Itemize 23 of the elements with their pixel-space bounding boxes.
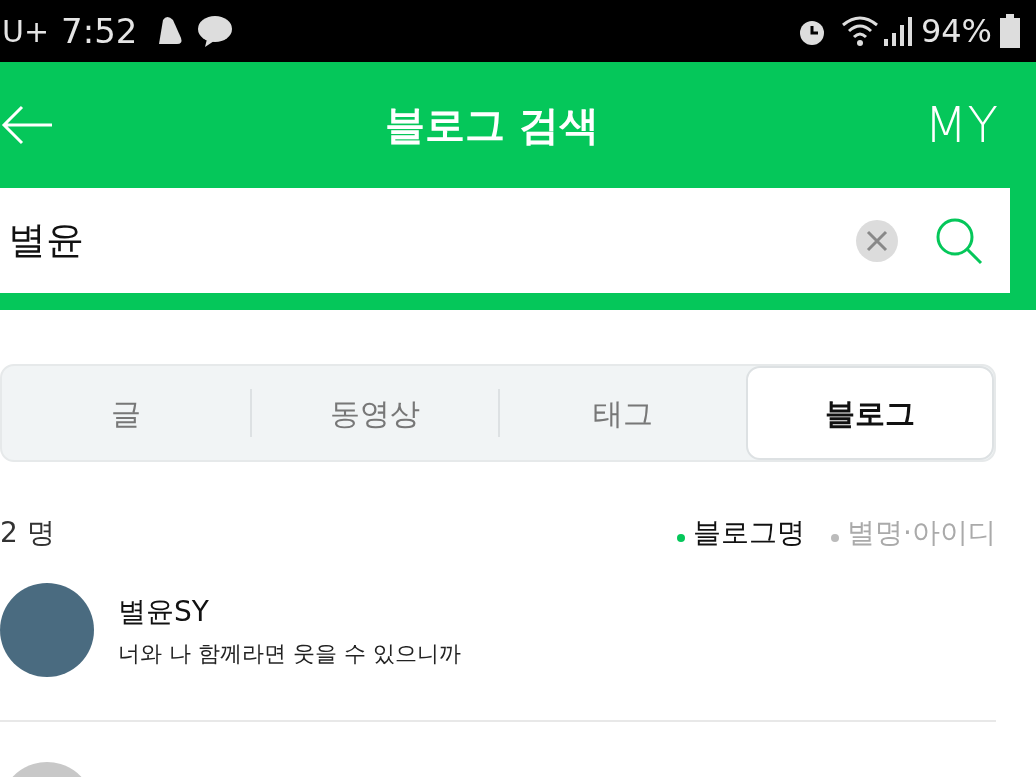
my-button[interactable]: MY — [924, 87, 998, 163]
battery-percent: 94% — [920, 11, 992, 52]
tab[interactable]: 태그 — [500, 366, 746, 460]
blog-description: 너와 나 함께라면 웃을 수 있으니까 — [118, 639, 461, 668]
back-arrow-icon — [0, 105, 54, 145]
search-field[interactable]: 별윤 — [0, 188, 1010, 293]
battery-icon — [1000, 14, 1020, 48]
blog-name[interactable]: 별윤SY — [118, 590, 461, 633]
tab[interactable]: 글 — [2, 366, 250, 460]
result-count: 2 명 — [0, 515, 55, 551]
clear-button[interactable] — [856, 219, 898, 262]
chat-bubble-icon — [197, 14, 234, 48]
carrier-label: U+ — [2, 12, 50, 51]
tab[interactable]: 블로그 — [746, 366, 994, 460]
clock-time: 7:52 — [61, 9, 138, 53]
sort-option[interactable]: 별명·아이디 — [831, 512, 996, 554]
wifi-icon — [840, 15, 879, 47]
header-title: 블로그 검색 — [385, 101, 600, 150]
sort-option[interactable]: 블로그명 — [677, 512, 806, 554]
tab[interactable]: 동영상 — [252, 366, 498, 460]
search-query: 별윤 — [8, 217, 85, 264]
close-icon — [866, 229, 888, 252]
signal-icon — [882, 15, 913, 47]
